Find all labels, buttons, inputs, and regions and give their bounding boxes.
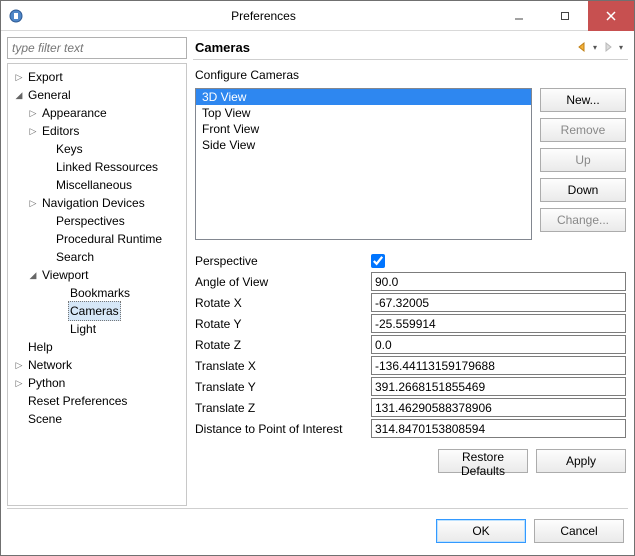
translate-y-label: Translate Y xyxy=(195,380,371,394)
tree-item-bookmarks[interactable]: Bookmarks xyxy=(8,284,186,302)
rotate-z-label: Rotate Z xyxy=(195,338,371,352)
tree-item-light[interactable]: Light xyxy=(8,320,186,338)
tree-item-help[interactable]: Help xyxy=(8,338,186,356)
dpoi-label: Distance to Point of Interest xyxy=(195,422,371,436)
title-bar: Preferences xyxy=(1,1,634,31)
tree-item-perspectives[interactable]: Perspectives xyxy=(8,212,186,230)
camera-list-item[interactable]: Side View xyxy=(196,137,531,153)
down-button[interactable]: Down xyxy=(540,178,626,202)
camera-list-item[interactable]: 3D View xyxy=(196,89,531,105)
dpoi-input[interactable] xyxy=(371,419,626,438)
tree-item-network[interactable]: ▷Network xyxy=(8,356,186,374)
tree-item-scene[interactable]: Scene xyxy=(8,410,186,428)
tree-item-navigation-devices[interactable]: ▷Navigation Devices xyxy=(8,194,186,212)
translate-y-input[interactable] xyxy=(371,377,626,396)
tree-item-python[interactable]: ▷Python xyxy=(8,374,186,392)
perspective-checkbox[interactable] xyxy=(371,254,385,268)
app-icon xyxy=(1,1,31,31)
apply-button[interactable]: Apply xyxy=(536,449,626,473)
maximize-button[interactable] xyxy=(542,1,588,31)
forward-icon[interactable] xyxy=(600,39,616,55)
window-title: Preferences xyxy=(31,9,496,23)
page-subtitle: Configure Cameras xyxy=(193,60,628,88)
tree-item-procedural-runtime[interactable]: Procedural Runtime xyxy=(8,230,186,248)
translate-x-input[interactable] xyxy=(371,356,626,375)
tree-item-appearance[interactable]: ▷Appearance xyxy=(8,104,186,122)
change-button[interactable]: Change... xyxy=(540,208,626,232)
back-dropdown-icon[interactable]: ▾ xyxy=(590,39,600,55)
ok-button[interactable]: OK xyxy=(436,519,526,543)
tree-item-viewport[interactable]: ◢Viewport xyxy=(8,266,186,284)
properties-panel: Perspective Angle of View Rotate X Rotat… xyxy=(193,250,628,439)
translate-z-label: Translate Z xyxy=(195,401,371,415)
tree-item-miscellaneous[interactable]: Miscellaneous xyxy=(8,176,186,194)
restore-defaults-button[interactable]: Restore Defaults xyxy=(438,449,528,473)
tree-item-reset-preferences[interactable]: Reset Preferences xyxy=(8,392,186,410)
tree-item-general[interactable]: ◢General xyxy=(8,86,186,104)
tree-item-keys[interactable]: Keys xyxy=(8,140,186,158)
camera-list-item[interactable]: Front View xyxy=(196,121,531,137)
rotate-x-label: Rotate X xyxy=(195,296,371,310)
minimize-button[interactable] xyxy=(496,1,542,31)
page-title: Cameras xyxy=(195,40,574,55)
up-button[interactable]: Up xyxy=(540,148,626,172)
rotate-x-input[interactable] xyxy=(371,293,626,312)
cancel-button[interactable]: Cancel xyxy=(534,519,624,543)
tree-item-cameras[interactable]: Cameras xyxy=(8,302,186,320)
back-icon[interactable] xyxy=(574,39,590,55)
rotate-z-input[interactable] xyxy=(371,335,626,354)
forward-dropdown-icon[interactable]: ▾ xyxy=(616,39,626,55)
translate-z-input[interactable] xyxy=(371,398,626,417)
tree-item-search[interactable]: Search xyxy=(8,248,186,266)
translate-x-label: Translate X xyxy=(195,359,371,373)
rotate-y-label: Rotate Y xyxy=(195,317,371,331)
tree-item-export[interactable]: ▷Export xyxy=(8,68,186,86)
tree-item-editors[interactable]: ▷Editors xyxy=(8,122,186,140)
rotate-y-input[interactable] xyxy=(371,314,626,333)
perspective-label: Perspective xyxy=(195,254,371,268)
remove-button[interactable]: Remove xyxy=(540,118,626,142)
preferences-tree[interactable]: ▷Export ◢General ▷Appearance ▷Editors Ke… xyxy=(7,63,187,506)
new-button[interactable]: New... xyxy=(540,88,626,112)
angle-input[interactable] xyxy=(371,272,626,291)
angle-label: Angle of View xyxy=(195,275,371,289)
tree-item-linked-resources[interactable]: Linked Ressources xyxy=(8,158,186,176)
filter-input[interactable] xyxy=(7,37,187,59)
close-button[interactable] xyxy=(588,1,634,31)
camera-list-item[interactable]: Top View xyxy=(196,105,531,121)
camera-list[interactable]: 3D ViewTop ViewFront ViewSide View xyxy=(195,88,532,240)
